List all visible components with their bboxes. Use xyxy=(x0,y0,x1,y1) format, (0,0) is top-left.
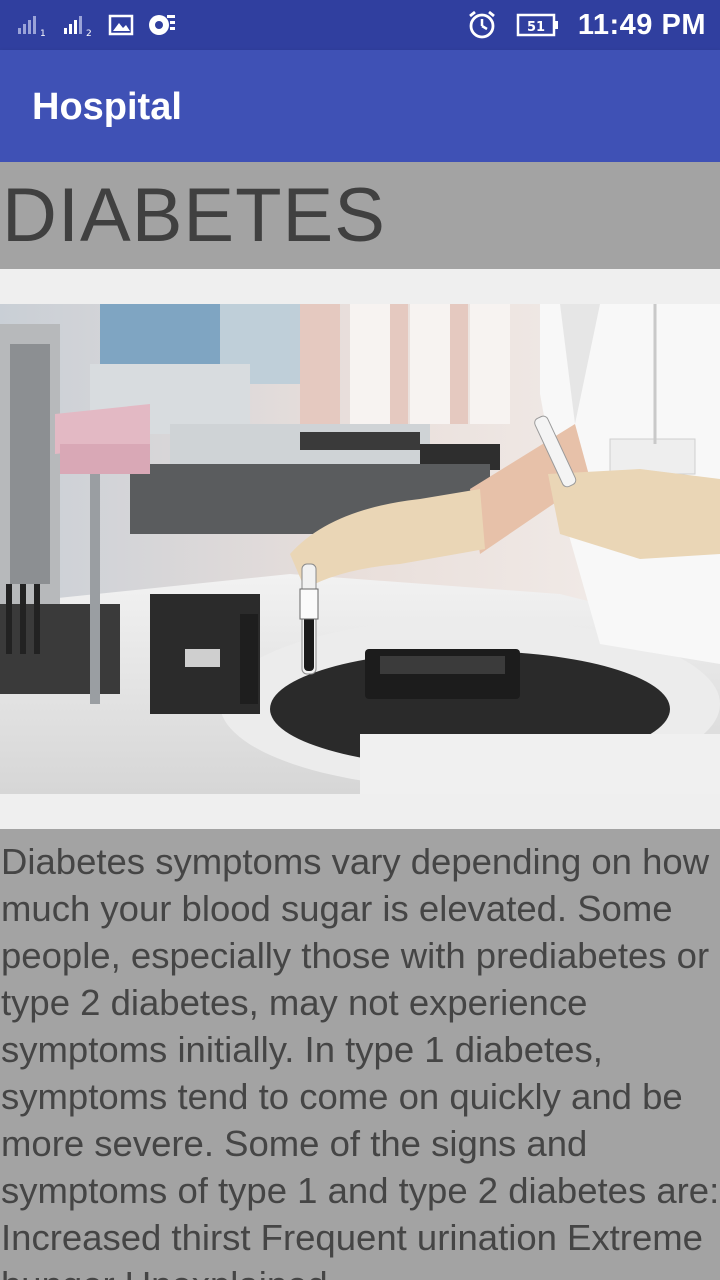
svg-text:51: 51 xyxy=(527,20,545,35)
alarm-icon xyxy=(468,10,495,39)
status-time: 11:49 PM xyxy=(577,8,706,41)
svg-text:2: 2 xyxy=(86,29,92,37)
title-band: DIABETES xyxy=(0,162,720,269)
article-image xyxy=(0,304,720,794)
lab-technician-with-blood-sample-icon xyxy=(0,304,720,794)
status-bar: 1 2 51 11:49 PM xyxy=(0,0,720,50)
signal-sim2-icon: 2 xyxy=(64,16,92,37)
article-body: Diabetes symptoms vary depending on how … xyxy=(1,841,720,1280)
svg-text:1: 1 xyxy=(40,29,46,37)
app-bar: Hospital xyxy=(0,50,720,162)
battery-icon: 51 xyxy=(516,13,558,37)
gallery-icon xyxy=(108,14,134,36)
app-title: Hospital xyxy=(32,86,182,128)
page-title: DIABETES xyxy=(2,173,386,258)
article-body-band: Diabetes symptoms vary depending on how … xyxy=(0,829,720,1280)
signal-sim1-icon: 1 xyxy=(18,16,46,37)
sync-icon xyxy=(149,15,175,35)
